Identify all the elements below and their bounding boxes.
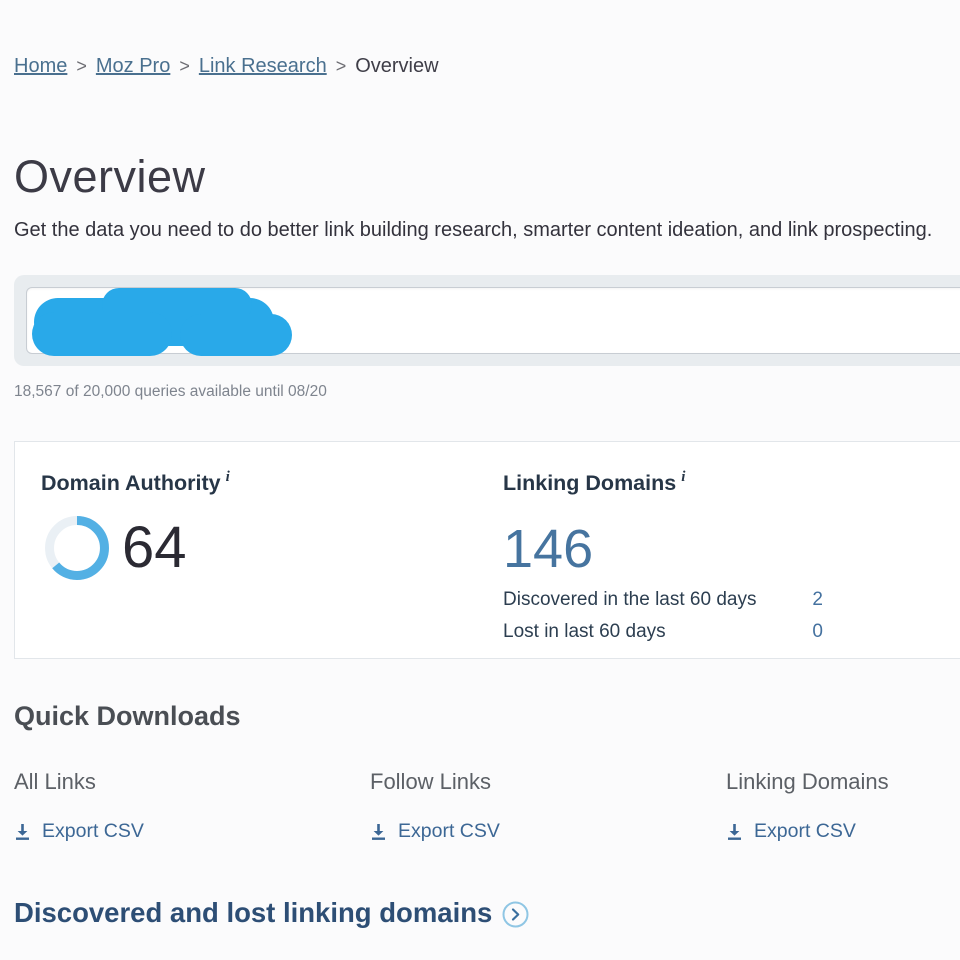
quick-downloads-heading: Quick Downloads	[14, 701, 960, 732]
linking-domains-section: Linking Domains i 146 Discovered in the l…	[503, 469, 923, 658]
domain-authority-section: Domain Authority i 64	[41, 469, 503, 658]
domain-authority-label: Domain Authority	[41, 471, 221, 495]
export-csv-label: Export CSV	[398, 820, 500, 843]
discovered-value: 2	[812, 587, 823, 613]
linking-domains-download-label: Linking Domains	[726, 769, 960, 795]
all-links-label: All Links	[14, 769, 370, 795]
breadcrumb-moz-pro-link[interactable]: Moz Pro	[96, 55, 170, 78]
follow-links-export-csv-button[interactable]: Export CSV	[370, 820, 500, 843]
export-csv-label: Export CSV	[42, 820, 144, 843]
linking-domains-stats: Discovered in the last 60 days 2 Lost in…	[503, 587, 823, 645]
query-quota-text: 18,567 of 20,000 queries available until…	[14, 383, 960, 401]
domain-authority-heading: Domain Authority i	[41, 469, 503, 496]
linking-domains-export-csv-button[interactable]: Export CSV	[726, 820, 856, 843]
lost-value: 0	[812, 619, 823, 645]
discovered-label: Discovered in the last 60 days	[503, 587, 756, 613]
domain-authority-donut-chart	[41, 512, 113, 584]
breadcrumb-home-link[interactable]: Home	[14, 55, 67, 78]
download-icon	[726, 823, 743, 841]
quick-download-linking-domains: Linking Domains Export CSV	[726, 769, 960, 843]
page-subtitle: Get the data you need to do better link …	[14, 219, 960, 242]
quick-download-follow-links: Follow Links Export CSV	[370, 769, 726, 843]
download-icon	[370, 823, 387, 841]
breadcrumb-current-page: Overview	[355, 55, 438, 78]
breadcrumb-separator: >	[76, 56, 87, 77]
discovered-lost-linking-domains-link[interactable]: Discovered and lost linking domains	[14, 897, 529, 929]
discovered-row: Discovered in the last 60 days 2	[503, 587, 823, 613]
follow-links-label: Follow Links	[370, 769, 726, 795]
search-box-container	[14, 275, 960, 366]
quick-downloads-grid: All Links Export CSV Follow Links Export…	[14, 769, 960, 843]
breadcrumb: Home > Moz Pro > Link Research > Overvie…	[14, 0, 960, 78]
quick-download-all-links: All Links Export CSV	[14, 769, 370, 843]
info-icon[interactable]: i	[681, 469, 685, 485]
all-links-export-csv-button[interactable]: Export CSV	[14, 820, 144, 843]
lost-label: Lost in last 60 days	[503, 619, 666, 645]
chevron-right-circle-icon	[502, 901, 529, 928]
search-input[interactable]	[26, 287, 960, 354]
linking-domains-value: 146	[503, 520, 923, 578]
lost-row: Lost in last 60 days 0	[503, 619, 823, 645]
download-icon	[14, 823, 31, 841]
breadcrumb-link-research-link[interactable]: Link Research	[199, 55, 327, 78]
export-csv-label: Export CSV	[754, 820, 856, 843]
linking-domains-heading: Linking Domains i	[503, 469, 923, 496]
metrics-card: Domain Authority i 64 Linking Domains i 14…	[14, 441, 960, 659]
link-research-overview-page: Home > Moz Pro > Link Research > Overvie…	[0, 0, 960, 929]
breadcrumb-separator: >	[336, 56, 347, 77]
linking-domains-label: Linking Domains	[503, 471, 676, 495]
page-title: Overview	[14, 152, 960, 202]
breadcrumb-separator: >	[179, 56, 190, 77]
domain-authority-value: 64	[122, 512, 187, 584]
discovered-lost-heading-text: Discovered and lost linking domains	[14, 897, 492, 929]
info-icon[interactable]: i	[226, 469, 230, 485]
